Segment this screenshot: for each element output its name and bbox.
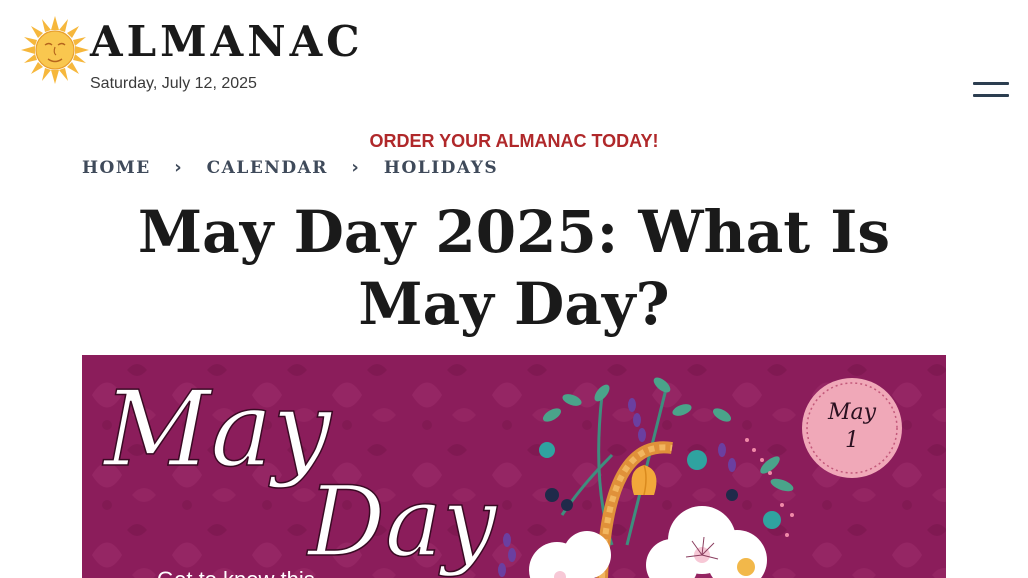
badge-month: May [827, 400, 877, 425]
hamburger-menu-icon[interactable] [973, 80, 1011, 102]
breadcrumb-holidays[interactable]: HOLIDAYS [384, 156, 498, 180]
hero-image: May Day Get to know this May 1 [82, 355, 946, 578]
brand-title[interactable]: ALMANAC [90, 14, 364, 70]
date-badge: May 1 [802, 378, 902, 478]
page-title: May Day 2025: What Is May Day? [137, 198, 891, 338]
chevron-right-icon: › [351, 157, 361, 178]
chevron-right-icon: › [174, 157, 184, 178]
breadcrumb: HOME › CALENDAR › HOLIDAYS [82, 156, 498, 180]
hero-caption: Get to know this [157, 567, 315, 578]
hero-script-may: May [102, 368, 332, 490]
promo-link[interactable]: ORDER YOUR ALMANAC TODAY! [0, 130, 1028, 152]
badge-day: 1 [845, 428, 859, 453]
sun-face-icon[interactable] [20, 14, 90, 86]
hero-script-day: Day [306, 466, 498, 578]
breadcrumb-calendar[interactable]: CALENDAR [207, 156, 328, 180]
breadcrumb-home[interactable]: HOME [82, 156, 151, 180]
current-date: Saturday, July 12, 2025 [90, 75, 257, 92]
page: ALMANAC Saturday, July 12, 2025 ORDER YO… [0, 0, 1028, 578]
